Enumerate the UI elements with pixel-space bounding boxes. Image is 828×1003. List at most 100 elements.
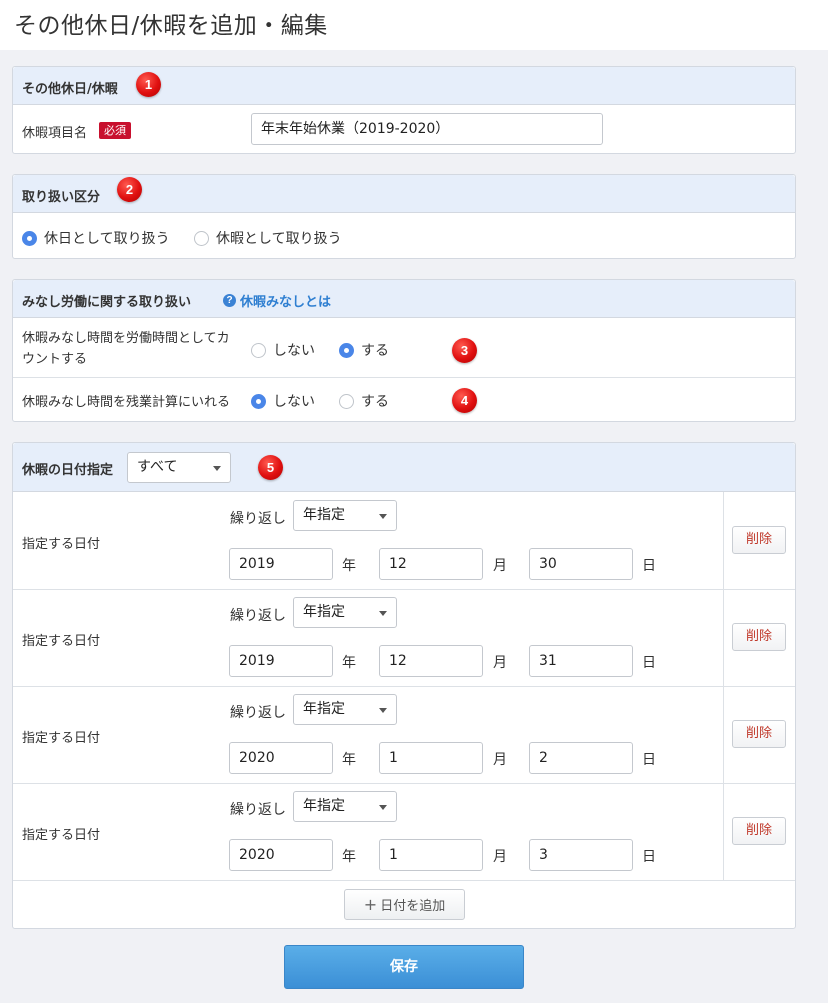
column-divider: [723, 686, 724, 783]
callout-badge-2: 2: [117, 177, 142, 202]
delete-date-button[interactable]: 削除: [732, 526, 786, 554]
month-unit: 月: [493, 655, 507, 671]
year-unit: 年: [342, 655, 356, 671]
year-input[interactable]: 2020: [229, 742, 333, 774]
repeat-label: 繰り返し: [230, 511, 286, 527]
radio-unchecked-icon: [251, 342, 266, 358]
repeat-select[interactable]: 年指定: [293, 791, 397, 822]
radio-label: する: [361, 394, 389, 410]
month-unit: 月: [493, 752, 507, 768]
day-unit: 日: [642, 849, 656, 865]
radio-count-no[interactable]: しない: [251, 340, 315, 360]
radio-checked-icon: [339, 342, 354, 358]
callout-badge-3: 3: [452, 338, 477, 363]
radio-overtime-no[interactable]: しない: [251, 391, 315, 411]
day-unit: 日: [642, 752, 656, 768]
section-title: その他休日/休暇: [22, 82, 118, 97]
radio-overtime-yes[interactable]: する: [339, 391, 389, 411]
holiday-name-input[interactable]: 年末年始休業（2019-2020）: [251, 113, 603, 145]
panel-header: 取り扱い区分 2: [13, 175, 795, 213]
label-line: 休暇みなし時間を労働時間としてカ: [22, 331, 230, 346]
year-unit: 年: [342, 752, 356, 768]
date-row-label: 指定する日付: [22, 634, 101, 649]
add-date-button[interactable]: + 日付を追加: [344, 889, 465, 920]
radio-treat-as-holiday[interactable]: 休日として取り扱う: [22, 228, 170, 248]
repeat-select[interactable]: 年指定: [293, 597, 397, 628]
required-tag: 必須: [99, 122, 131, 139]
page-title: その他休日/休暇を追加・編集: [14, 13, 328, 39]
date-row: 指定する日付 繰り返し 年指定 2020 年 1 月 3 日 削除: [13, 783, 797, 880]
button-label: 日付を追加: [380, 899, 446, 914]
repeat-select[interactable]: 年指定: [293, 500, 397, 531]
repeat-label: 繰り返し: [230, 705, 286, 721]
callout-badge-5: 5: [258, 455, 283, 480]
page-header: その他休日/休暇を追加・編集: [0, 0, 828, 50]
repeat-label: 繰り返し: [230, 802, 286, 818]
delete-date-button[interactable]: 削除: [732, 720, 786, 748]
panel-holiday-name: その他休日/休暇 1 休暇項目名 必須 年末年始休業（2019-2020）: [12, 66, 796, 154]
delete-date-button[interactable]: 削除: [732, 623, 786, 651]
caret-down-icon: [213, 466, 221, 471]
section-title: みなし労働に関する取り扱い: [22, 295, 192, 310]
select-value: すべて: [137, 459, 178, 475]
radio-label: する: [361, 343, 389, 359]
day-input[interactable]: 3: [529, 839, 633, 871]
repeat-select[interactable]: 年指定: [293, 694, 397, 725]
radio-label: 休暇として取り扱う: [216, 231, 342, 247]
day-input[interactable]: 30: [529, 548, 633, 580]
caret-down-icon: [379, 611, 387, 616]
column-divider: [723, 492, 724, 589]
callout-badge-4: 4: [452, 388, 477, 413]
date-row: 指定する日付 繰り返し 年指定 2019 年 12 月 30 日 削除: [13, 492, 797, 589]
plus-icon: +: [363, 895, 378, 914]
help-link-deemed-leave[interactable]: ? 休暇みなしとは: [223, 291, 331, 310]
date-row-label: 指定する日付: [22, 731, 101, 746]
panel-date-specification: 休暇の日付指定 すべて 5 指定する日付 繰り返し 年指定 2019 年 12 …: [12, 442, 796, 929]
radio-unchecked-icon: [194, 230, 209, 246]
date-scope-select[interactable]: すべて: [127, 452, 231, 483]
month-input[interactable]: 12: [379, 548, 483, 580]
date-row: 指定する日付 繰り返し 年指定 2019 年 12 月 31 日 削除: [13, 589, 797, 686]
panel-header: 休暇の日付指定 すべて 5: [13, 443, 795, 492]
row-divider: [13, 377, 795, 378]
radio-treat-as-leave[interactable]: 休暇として取り扱う: [194, 228, 342, 248]
save-button[interactable]: 保存: [284, 945, 524, 989]
month-input[interactable]: 12: [379, 645, 483, 677]
radio-checked-icon: [251, 393, 266, 409]
radio-count-yes[interactable]: する: [339, 340, 389, 360]
radio-unchecked-icon: [339, 393, 354, 409]
select-value: 年指定: [303, 604, 345, 620]
panel-header: みなし労働に関する取り扱い ? 休暇みなしとは: [13, 280, 795, 318]
select-value: 年指定: [303, 798, 345, 814]
overtime-calc-label: 休暇みなし時間を残業計算にいれる: [22, 395, 231, 410]
year-input[interactable]: 2019: [229, 548, 333, 580]
column-divider: [723, 783, 724, 880]
row-divider: [13, 880, 795, 881]
panel-deemed-labor: みなし労働に関する取り扱い ? 休暇みなしとは 休暇みなし時間を労働時間としてカ…: [12, 279, 796, 422]
day-unit: 日: [642, 655, 656, 671]
day-input[interactable]: 31: [529, 645, 633, 677]
month-input[interactable]: 1: [379, 839, 483, 871]
panel-header: その他休日/休暇 1: [13, 67, 795, 105]
year-input[interactable]: 2020: [229, 839, 333, 871]
date-row-label: 指定する日付: [22, 828, 101, 843]
day-input[interactable]: 2: [529, 742, 633, 774]
radio-checked-icon: [22, 230, 37, 246]
year-unit: 年: [342, 558, 356, 574]
help-link-text: 休暇みなしとは: [240, 295, 332, 310]
column-divider: [723, 589, 724, 686]
radio-label: しない: [273, 343, 315, 359]
year-input[interactable]: 2019: [229, 645, 333, 677]
radio-label: しない: [273, 394, 315, 410]
section-title: 取り扱い区分: [22, 190, 101, 205]
month-input[interactable]: 1: [379, 742, 483, 774]
callout-badge-1: 1: [136, 72, 161, 97]
radio-label: 休日として取り扱う: [44, 231, 170, 247]
day-unit: 日: [642, 558, 656, 574]
caret-down-icon: [379, 708, 387, 713]
repeat-label: 繰り返し: [230, 608, 286, 624]
delete-date-button[interactable]: 削除: [732, 817, 786, 845]
label-line: ウントする: [22, 352, 88, 367]
panel-handling-type: 取り扱い区分 2 休日として取り扱う 休暇として取り扱う: [12, 174, 796, 259]
select-value: 年指定: [303, 507, 345, 523]
